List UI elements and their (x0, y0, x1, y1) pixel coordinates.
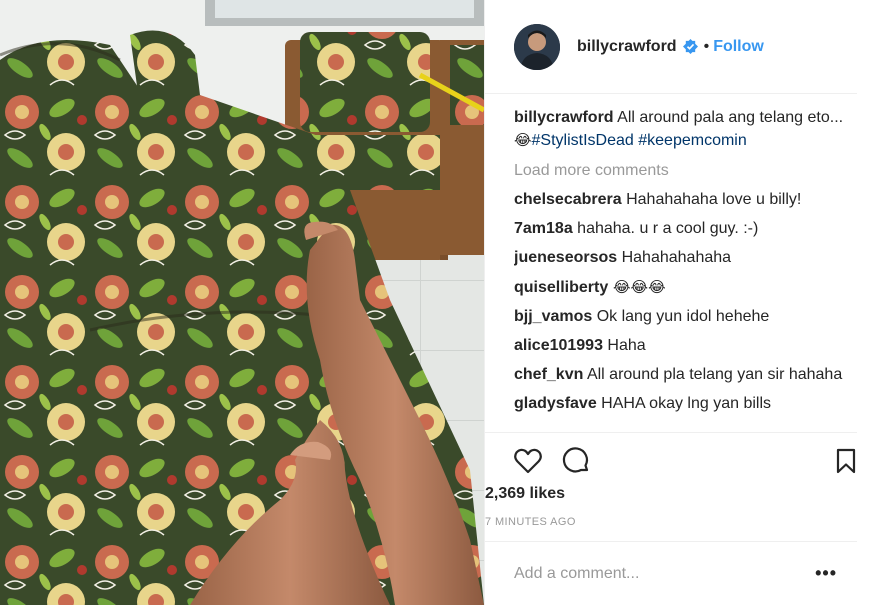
post-photo[interactable] (0, 0, 484, 605)
comment-item: chelsecabrera Hahahahaha love u billy! (514, 189, 844, 211)
post-header: billycrawford • Follow (485, 0, 857, 94)
comment-item: jueneseorsos Hahahahahaha (514, 247, 844, 269)
caption-username[interactable]: billycrawford (514, 109, 614, 126)
bookmark-icon[interactable] (831, 446, 861, 476)
hashtag-link[interactable]: #StylistIsDead (532, 132, 634, 149)
comment-text: hahaha. u r a cool guy. :-) (572, 220, 759, 237)
comment-input[interactable] (514, 564, 804, 583)
comment-item: gladysfave HAHA okay lng yan bills (514, 393, 844, 415)
comment-username[interactable]: chelsecabrera (514, 191, 622, 208)
action-icons (513, 433, 857, 485)
comment-username[interactable]: chef_kvn (514, 366, 583, 383)
comment-icon[interactable] (561, 446, 591, 476)
comment-username[interactable]: quiselliberty (514, 279, 608, 296)
separator-dot: • (703, 37, 710, 55)
photo-illustration (0, 0, 484, 605)
comment-username[interactable]: jueneseorsos (514, 249, 617, 266)
follow-button[interactable]: Follow (713, 38, 764, 56)
post-caption: billycrawford All around pala ang telang… (514, 107, 844, 152)
comment-text: All around pla telang yan sir hahaha (583, 366, 843, 383)
post-timestamp: 7 MINUTES AGO (485, 516, 576, 528)
comment-text: HAHA okay lng yan bills (596, 395, 772, 412)
comment-item: chef_kvn All around pla telang yan sir h… (514, 364, 844, 386)
comment-item: alice101993 Haha (514, 335, 844, 357)
post-detail-panel: billycrawford • Follow billycrawford All… (484, 0, 887, 605)
comment-text: Hahahahahaha (617, 249, 732, 266)
caption-text: All around pala ang telang eto... (613, 109, 844, 126)
comment-text: Hahahahaha love u billy! (621, 191, 802, 208)
more-options-button[interactable]: ••• (815, 564, 837, 582)
comment-item: bjj_vamos Ok lang yun idol hehehe (514, 306, 844, 328)
header-username[interactable]: billycrawford (577, 38, 677, 56)
load-more-comments[interactable]: Load more comments (514, 160, 844, 182)
comment-text: Haha (602, 337, 646, 354)
hashtag-link[interactable]: #keepemcomin (638, 132, 747, 149)
comment-username[interactable]: alice101993 (514, 337, 603, 354)
comment-username[interactable]: bjj_vamos (514, 308, 592, 325)
comment-item: 7am18a hahaha. u r a cool guy. :-) (514, 218, 844, 240)
add-comment-bar: ••• (485, 541, 857, 605)
comment-text: 😂😂😂 (608, 278, 666, 296)
verified-badge-icon (682, 39, 698, 54)
comments-list[interactable]: billycrawford All around pala ang telang… (514, 107, 844, 432)
comment-username[interactable]: 7am18a (514, 220, 573, 237)
likes-count[interactable]: 2,369 likes (485, 485, 565, 503)
heart-icon[interactable] (513, 446, 543, 476)
caption-emoji: 😂 (514, 131, 532, 149)
comment-item: quiselliberty 😂😂😂 (514, 276, 844, 299)
avatar[interactable] (514, 23, 560, 70)
comment-username[interactable]: gladysfave (514, 395, 597, 412)
comment-text: Ok lang yun idol hehehe (592, 308, 770, 325)
